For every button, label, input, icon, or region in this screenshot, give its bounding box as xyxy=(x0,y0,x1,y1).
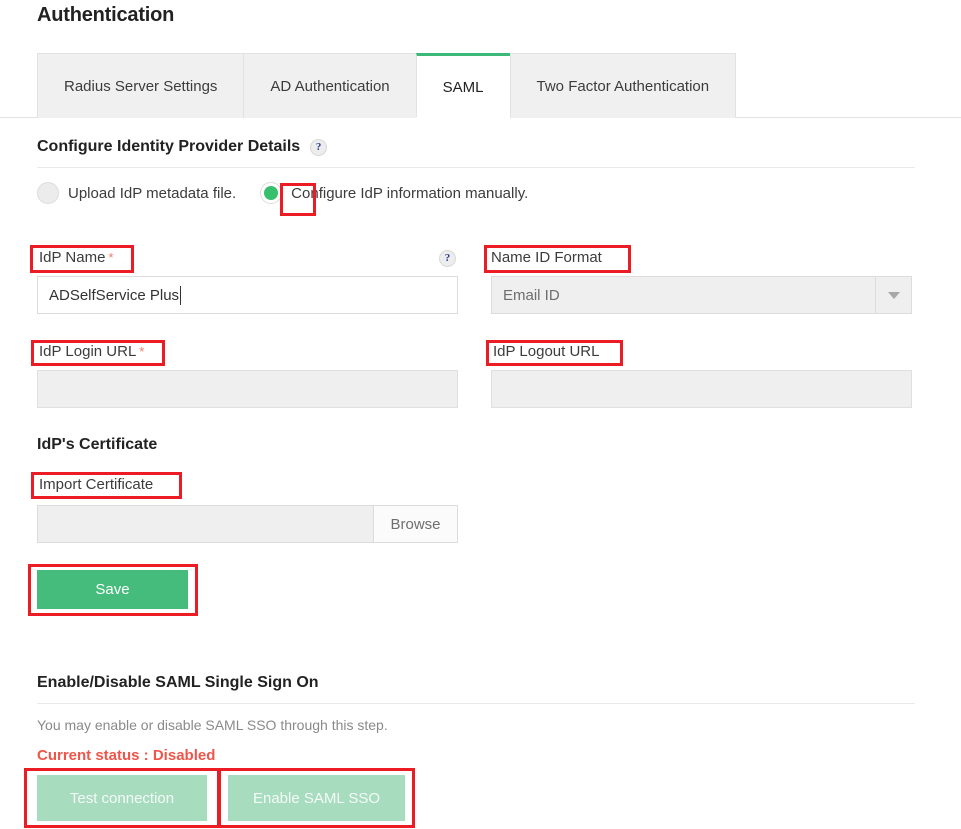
sso-description: You may enable or disable SAML SSO throu… xyxy=(37,717,388,733)
idp-name-input[interactable]: ADSelfService Plus xyxy=(37,276,458,314)
idp-login-url-input[interactable] xyxy=(37,370,458,408)
chevron-down-icon[interactable] xyxy=(875,277,911,313)
test-connection-button[interactable]: Test connection xyxy=(37,775,207,821)
name-id-format-select[interactable]: Email ID xyxy=(491,276,912,314)
certificate-heading-text: IdP's Certificate xyxy=(37,436,157,454)
idp-name-help-icon[interactable]: ? xyxy=(439,250,456,267)
radio-option-configure-manually[interactable]: Configure IdP information manually. xyxy=(260,182,528,204)
text-caret xyxy=(180,286,181,305)
idp-logout-url-label-text: IdP Logout URL xyxy=(493,343,599,360)
tab-two-factor-authentication[interactable]: Two Factor Authentication xyxy=(510,53,737,118)
name-id-format-value: Email ID xyxy=(492,287,875,304)
idp-login-url-label: IdP Login URL* xyxy=(39,343,144,360)
certificate-file-value[interactable] xyxy=(38,506,373,542)
idp-name-value: ADSelfService Plus xyxy=(49,287,179,304)
radio-label: Upload IdP metadata file. xyxy=(68,185,236,202)
name-id-format-label: Name ID Format xyxy=(491,249,602,266)
tab-ad-authentication[interactable]: AD Authentication xyxy=(243,53,415,118)
idp-config-mode-radio-group: Upload IdP metadata file. Configure IdP … xyxy=(37,182,528,204)
sso-section-divider xyxy=(37,703,915,704)
tab-radius-server-settings[interactable]: Radius Server Settings xyxy=(37,53,243,118)
page-title: Authentication xyxy=(37,4,174,27)
tab-active-mask xyxy=(416,117,510,119)
tab-label: AD Authentication xyxy=(270,78,389,95)
idp-section-heading-text: Configure Identity Provider Details xyxy=(37,138,300,156)
tab-label: Radius Server Settings xyxy=(64,78,217,95)
enable-saml-sso-button[interactable]: Enable SAML SSO xyxy=(228,775,405,821)
tab-label: Two Factor Authentication xyxy=(537,78,710,95)
tabbar: Radius Server Settings AD Authentication… xyxy=(37,53,736,118)
radio-option-upload-metadata[interactable]: Upload IdP metadata file. xyxy=(37,182,236,204)
radio-label: Configure IdP information manually. xyxy=(291,185,528,202)
import-certificate-filepicker[interactable]: Browse xyxy=(37,505,458,543)
idp-section-divider xyxy=(37,167,915,168)
sso-section-heading: Enable/Disable SAML Single Sign On xyxy=(37,674,319,692)
save-button[interactable]: Save xyxy=(37,570,188,609)
tab-label: SAML xyxy=(443,79,484,96)
radio-checked-icon[interactable] xyxy=(260,182,282,204)
help-icon[interactable]: ? xyxy=(310,139,327,156)
name-id-format-label-text: Name ID Format xyxy=(491,249,602,266)
browse-button[interactable]: Browse xyxy=(373,506,457,542)
idp-logout-url-label: IdP Logout URL xyxy=(493,343,599,360)
tab-saml[interactable]: SAML xyxy=(416,53,510,118)
idp-section-heading: Configure Identity Provider Details ? xyxy=(37,138,327,156)
certificate-section-heading: IdP's Certificate xyxy=(37,436,157,454)
import-certificate-label: Import Certificate xyxy=(39,476,153,493)
sso-heading-text: Enable/Disable SAML Single Sign On xyxy=(37,674,319,692)
import-certificate-label-text: Import Certificate xyxy=(39,476,153,493)
status-badge: Current status : Disabled xyxy=(37,747,215,764)
idp-name-label-text: IdP Name xyxy=(39,249,105,266)
required-marker: * xyxy=(108,250,113,265)
idp-logout-url-input[interactable] xyxy=(491,370,912,408)
authentication-page: Authentication Radius Server Settings AD… xyxy=(0,0,961,829)
idp-name-label: IdP Name* xyxy=(39,249,114,266)
required-marker: * xyxy=(139,344,144,359)
radio-unchecked-icon[interactable] xyxy=(37,182,59,204)
idp-login-url-label-text: IdP Login URL xyxy=(39,343,136,360)
